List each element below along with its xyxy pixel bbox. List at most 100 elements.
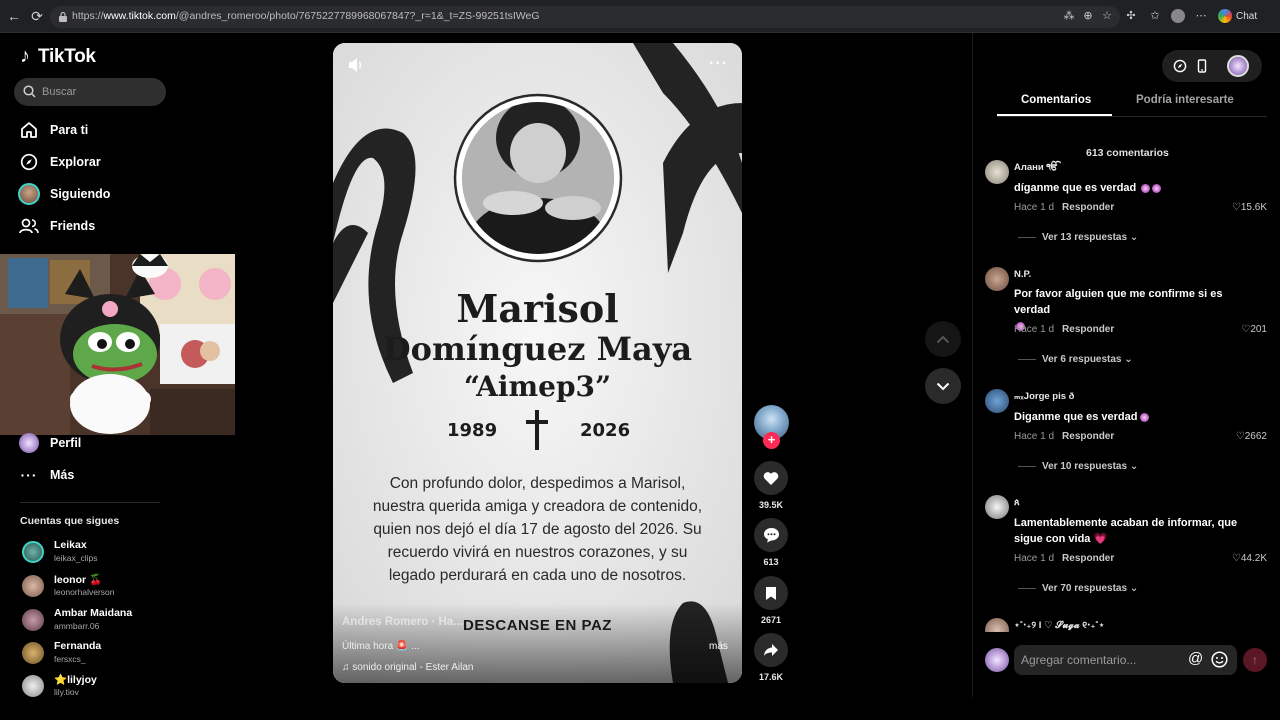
back-icon[interactable]: ←	[5, 7, 23, 25]
chevron-down-icon: ⌄	[1129, 232, 1139, 243]
my-avatar	[985, 648, 1009, 672]
browser-profile-avatar[interactable]	[1171, 9, 1185, 23]
emoji-picker-icon[interactable]	[1211, 651, 1228, 668]
volume-icon[interactable]	[347, 57, 365, 78]
commenter-name[interactable]: ₘₓJorge pis ð	[1014, 391, 1074, 402]
comment-item: N.P. Por favor alguien que me confirme s…	[985, 267, 1275, 377]
reply-button[interactable]: Responder	[1062, 324, 1114, 335]
site-info-icon[interactable]	[58, 11, 68, 23]
music-note-icon: ♫	[342, 662, 353, 673]
account-name: leonor 🍒	[54, 574, 103, 586]
comment-input[interactable]	[1021, 650, 1181, 670]
translate-icon[interactable]: ⁂	[1062, 9, 1076, 23]
chevron-down-icon: ⌄	[1129, 583, 1139, 594]
memorial-name-line1: Marisol	[456, 286, 619, 331]
extensions-icon[interactable]: ✣	[1124, 9, 1138, 23]
reload-icon[interactable]: ⟳	[28, 7, 46, 25]
post-author[interactable]: Andres Romero · Ha...	[342, 616, 463, 628]
commenter-avatar[interactable]	[985, 160, 1009, 184]
following-account[interactable]: leonor 🍒 leonorhalverson	[20, 573, 220, 601]
chevron-down-icon: ⌄	[1124, 354, 1133, 365]
comment-like-button[interactable]: ♡201	[1241, 324, 1267, 335]
browser-menu-icon[interactable]: ⋯	[1194, 9, 1208, 23]
share-icon[interactable]	[754, 633, 788, 667]
next-post-button[interactable]	[925, 368, 961, 404]
comment-like-button[interactable]: ♡2662	[1236, 431, 1267, 442]
commenter-avatar[interactable]	[985, 267, 1009, 291]
commenter-avatar[interactable]	[985, 618, 1009, 632]
zoom-icon[interactable]: ⊕	[1081, 9, 1095, 23]
memorial-name-line2: Domínguez Maya	[382, 330, 693, 368]
save-action[interactable]: 2671	[754, 576, 788, 625]
following-account[interactable]: Leikax leikax_clips	[20, 539, 220, 567]
device-icon[interactable]	[1195, 59, 1209, 73]
nav-siguiendo[interactable]: Siguiendo	[18, 181, 110, 207]
like-action[interactable]: 39.5K	[754, 461, 788, 510]
comment-item: Алани ੴ díganme que es verdad Hace 1 d Re…	[985, 160, 1275, 255]
search-box[interactable]	[14, 78, 166, 106]
nav-perfil[interactable]: Perfil	[18, 430, 81, 456]
account-name: Leikax	[54, 539, 87, 551]
reply-button[interactable]: Responder	[1062, 431, 1114, 442]
commenter-avatar[interactable]	[985, 495, 1009, 519]
user-avatar-button[interactable]	[1227, 55, 1249, 77]
favorites-icon[interactable]: ✩	[1148, 9, 1162, 23]
comment-icon[interactable]	[754, 518, 788, 552]
follow-plus-button[interactable]: +	[763, 432, 780, 449]
bookmark-star-icon[interactable]: ☆	[1100, 9, 1114, 23]
caption-more-link[interactable]: más	[709, 641, 728, 652]
compass-icon[interactable]	[1173, 59, 1187, 73]
active-tab-indicator	[997, 114, 1112, 116]
save-count: 2671	[760, 615, 782, 625]
view-replies-button[interactable]: Ver 10 respuestas ⌄	[1018, 461, 1138, 472]
address-bar[interactable]: https://www.tiktok.com/@andres_romeroo/p…	[50, 6, 1120, 28]
reply-button[interactable]: Responder	[1062, 202, 1114, 213]
send-comment-button[interactable]: ↑	[1243, 648, 1267, 672]
following-account[interactable]: Fernanda fersxcs_	[20, 640, 220, 668]
view-replies-button[interactable]: Ver 70 respuestas ⌄	[1018, 583, 1138, 594]
nav-friends[interactable]: Friends	[18, 213, 95, 239]
copilot-chat-button[interactable]: Chat	[1218, 8, 1257, 26]
tiktok-logo[interactable]: ♪ TikTok	[20, 45, 96, 68]
post-more-icon[interactable]: ···	[709, 55, 728, 73]
reply-button[interactable]: Responder	[1062, 553, 1114, 564]
heart-outline-icon: ♡	[1241, 324, 1251, 335]
share-action[interactable]: 17.6K	[754, 633, 788, 682]
like-count: 39.5K	[758, 500, 784, 510]
commenter-name[interactable]: ⋆˚‧₊୨ I ♡ 𝓢𝓾𝓰𝓪 ୧‧₊˚⋆	[1014, 620, 1105, 631]
account-avatar	[22, 642, 44, 664]
add-comment-bar: @ ↑	[985, 645, 1270, 675]
following-account[interactable]: Ambar Maidana ammbarr.06	[20, 607, 220, 635]
account-avatar	[22, 575, 44, 597]
bookmark-icon[interactable]	[754, 576, 788, 610]
previous-post-button[interactable]	[925, 321, 961, 357]
nav-explorar[interactable]: Explorar	[18, 149, 101, 175]
following-account[interactable]: ⭐lilyjoy lily.tiov	[20, 673, 220, 697]
account-handle: lily.tiov	[54, 687, 79, 697]
post-photo[interactable]: ··· Marisol Domínguez Maya “Aimep3” 1989…	[333, 43, 742, 683]
tab-comments[interactable]: Comentarios	[1021, 94, 1091, 106]
commenter-name[interactable]: ጰ	[1014, 497, 1020, 508]
heart-outline-icon: ♡	[1231, 553, 1241, 564]
heart-icon[interactable]	[754, 461, 788, 495]
comment-meta: Hace 1 d Responder	[1014, 553, 1115, 564]
view-replies-button[interactable]: Ver 6 respuestas ⌄	[1018, 354, 1133, 365]
following-section-title: Cuentas que sigues	[20, 515, 120, 527]
mention-button[interactable]: @	[1188, 650, 1203, 667]
nav-para-ti[interactable]: Para ti	[18, 117, 88, 143]
nav-label: Friends	[50, 219, 96, 233]
view-replies-button[interactable]: Ver 13 respuestas ⌄	[1018, 232, 1138, 243]
post-sound[interactable]: ♫ sonido original - Ester Ailan	[342, 662, 473, 673]
account-avatar	[22, 675, 44, 697]
tab-recommended[interactable]: Podría interesarte	[1136, 94, 1234, 106]
search-input[interactable]	[42, 82, 157, 102]
account-handle: leonorhalverson	[54, 587, 115, 597]
comment-action[interactable]: 613	[754, 518, 788, 567]
comment-like-button[interactable]: ♡44.2K	[1232, 553, 1267, 564]
friends-icon	[18, 215, 40, 237]
commenter-avatar[interactable]	[985, 389, 1009, 413]
commenter-name[interactable]: Алани ੴ	[1014, 162, 1058, 173]
nav-mas[interactable]: ··· Más	[18, 462, 75, 488]
comment-like-button[interactable]: ♡15.6K	[1232, 202, 1267, 213]
commenter-name[interactable]: N.P.	[1014, 269, 1031, 280]
